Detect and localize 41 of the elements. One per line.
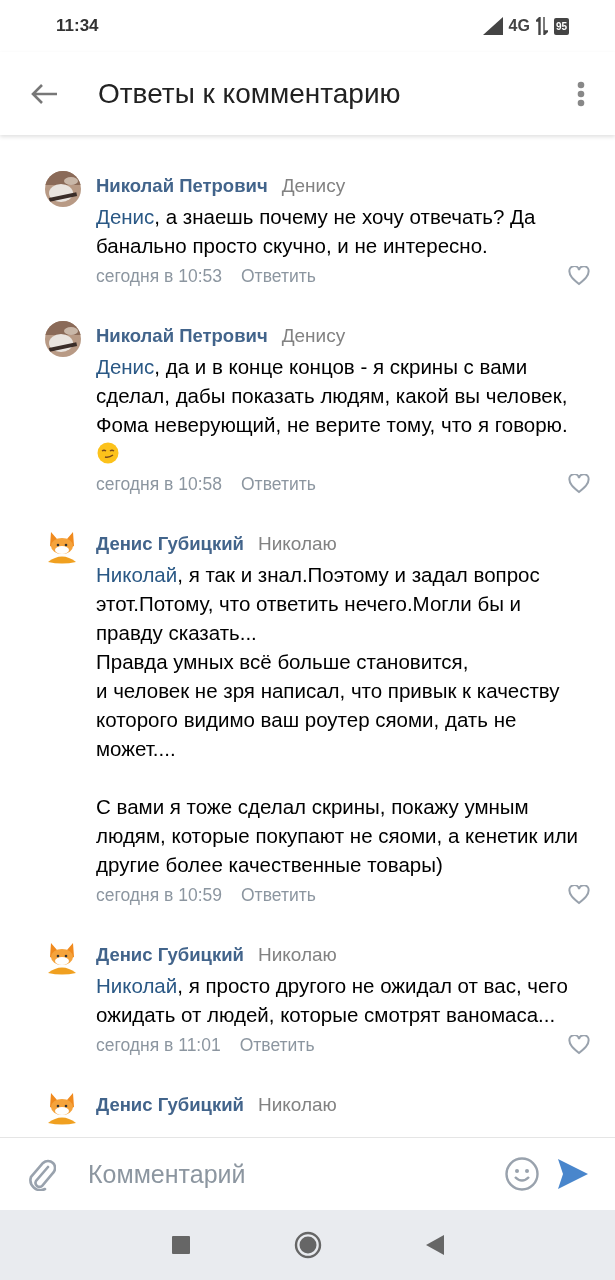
author-name[interactable]: Николай Петрович	[96, 325, 268, 347]
comment-date: сегодня в 10:53	[96, 265, 222, 287]
mention-link[interactable]: Николай	[96, 974, 178, 997]
battery-level: 95	[553, 17, 569, 35]
signal-icon	[482, 17, 503, 35]
network-label: 4G	[508, 17, 530, 35]
page-title: Ответы к комментарию	[98, 77, 402, 110]
comment-date: сегодня в 11:01	[96, 1034, 221, 1056]
reply-to-label: Николаю	[257, 1094, 337, 1116]
back-icon[interactable]	[30, 82, 58, 105]
author-name[interactable]: Николай Петрович	[96, 175, 268, 197]
send-icon[interactable]	[557, 1158, 589, 1190]
like-icon[interactable]	[568, 885, 590, 905]
back-nav-icon[interactable]	[425, 1235, 444, 1255]
data-transfer-icon	[535, 17, 548, 35]
mention-link[interactable]: Денис	[96, 355, 155, 378]
comment-text: Денис, да и в конце концов - я скрины с вами сделал, дабы показать людям, какой вы человек, Фома неверующий, не верите тому, что я говорю.	[96, 352, 593, 468]
like-icon[interactable]	[568, 474, 590, 494]
author-name[interactable]: Денис Губицкий	[96, 533, 244, 555]
status-time: 11:34	[56, 16, 99, 36]
mention-link[interactable]: Николай	[96, 563, 178, 586]
author-name[interactable]: Денис Губицкий	[96, 1094, 244, 1116]
comment-text: Николай, я так и знал.Поэтому и задал вопрос этот.Потому, что ответить нечего.Могли бы и правду сказать... Правда умных всё больше становится, и человек не зря написал, что привык к качеству которого видимо ваш роутер сяоми, дать не может.... С вами я тоже сделал скрины, покажу умным людям, которые покупают не сяоми, а кенетик или другие более качественные товары)	[96, 562, 580, 878]
reply-to-label: Николаю	[257, 533, 337, 555]
comment-text: Денис, а знаешь почему не хочу отвечать? Да банально просто скучно, и не интересно.	[96, 204, 537, 259]
reply-to-label: Денису	[281, 175, 346, 197]
attach-icon[interactable]	[26, 1157, 56, 1191]
like-icon[interactable]	[568, 1035, 590, 1055]
comment-date: сегодня в 10:58	[96, 473, 222, 495]
like-icon[interactable]	[568, 266, 590, 286]
reply-to-label: Денису	[281, 325, 346, 347]
author-name[interactable]: Денис Губицкий	[96, 944, 244, 966]
home-icon[interactable]	[293, 1231, 322, 1259]
smirk-emoji-icon	[97, 442, 119, 464]
mention-link[interactable]: Денис	[96, 205, 155, 228]
comment-text: Николай, я просто другого не ожидал от вас, чего ожидать от людей, которые смотрят ваномаса...	[96, 973, 569, 1028]
emoji-icon[interactable]	[505, 1157, 539, 1191]
comment-date: сегодня в 10:59	[96, 884, 222, 906]
reply-to-label: Николаю	[257, 944, 337, 966]
more-icon[interactable]	[577, 80, 585, 107]
recents-icon[interactable]	[171, 1236, 190, 1254]
